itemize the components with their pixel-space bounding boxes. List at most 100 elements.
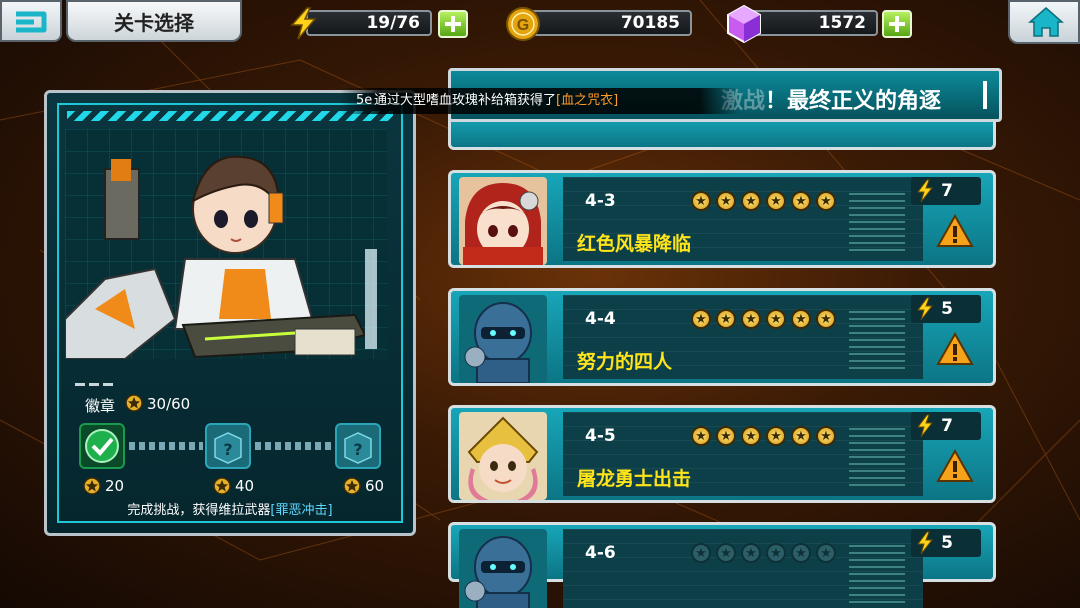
enemy-portrait-icon xyxy=(459,295,547,383)
star-empty-icon: ★ xyxy=(716,543,736,563)
star-earned-icon: ★ xyxy=(691,191,711,211)
star-rating: ★ ★ ★ ★ ★ ★ xyxy=(691,543,836,563)
notice-text: 通过大型嗜血玫瑰补给箱获得了 xyxy=(374,93,557,108)
level-name: 红色风暴降临 xyxy=(577,233,692,255)
level-card-4-4[interactable]: 4-4 ★ ★ ★ ★ ★ ★ 努力的四人 5 xyxy=(448,288,996,386)
star-earned-icon: ★ xyxy=(741,309,761,329)
notice-item: [血之咒衣] xyxy=(556,93,619,108)
level-code: 4-5 xyxy=(585,426,616,446)
star-earned-icon: ★ xyxy=(816,426,836,446)
chapter-title-text: ！最终正义的角逐 xyxy=(765,89,942,114)
milestone-60: 60 xyxy=(365,477,385,495)
star-empty-icon: ★ xyxy=(791,543,811,563)
mystery-box-icon: ? xyxy=(344,432,372,464)
plus-icon xyxy=(445,16,461,32)
badge-label: 徽章 xyxy=(85,397,116,415)
lightning-icon xyxy=(917,179,934,203)
level-name: 屠龙勇士出击 xyxy=(577,468,692,490)
mystery-box-icon: ? xyxy=(214,432,242,464)
level-portrait xyxy=(459,295,547,383)
level-card-4-3[interactable]: 4-3 ★ ★ ★ ★ ★ ★ 红色风暴降临 7 xyxy=(448,170,996,268)
back-button[interactable] xyxy=(0,0,62,42)
warning-icon xyxy=(936,448,974,482)
reward-slot-locked[interactable]: ? xyxy=(205,423,251,469)
energy-value: 19/76 xyxy=(306,10,432,36)
lightning-icon xyxy=(917,531,934,555)
chain-link xyxy=(129,442,203,450)
reward-slot-claimed[interactable] xyxy=(79,423,125,469)
checkmark-icon xyxy=(85,429,119,463)
reward-slot-locked[interactable]: ? xyxy=(335,423,381,469)
star-earned-icon: ★ xyxy=(791,309,811,329)
add-gems-button[interactable] xyxy=(882,10,912,38)
notice-prefix: 5e xyxy=(356,93,373,108)
star-rating: ★ ★ ★ ★ ★ ★ xyxy=(691,426,836,446)
energy-cost: 5 xyxy=(941,533,953,553)
star-empty-icon: ★ xyxy=(816,543,836,563)
star-earned-icon: ★ xyxy=(716,191,736,211)
level-card-4-5[interactable]: 4-5 ★ ★ ★ ★ ★ ★ 屠龙勇士出击 7 xyxy=(448,405,996,503)
plus-icon xyxy=(889,16,905,32)
lightning-icon xyxy=(917,414,934,438)
reward-description: 完成挑战，获得维拉武器[罪恶冲击] xyxy=(67,499,393,518)
enemy-portrait-icon xyxy=(459,529,547,608)
level-code: 4-3 xyxy=(585,191,616,211)
star-rating: ★ ★ ★ ★ ★ ★ xyxy=(691,191,836,211)
level-portrait xyxy=(459,412,547,500)
star-earned-icon: ★ xyxy=(691,426,711,446)
info-deco-lines xyxy=(849,428,905,488)
star-earned-icon: ★ xyxy=(816,309,836,329)
star-earned-icon: ★ xyxy=(766,426,786,446)
milestone-40: 40 xyxy=(235,477,255,495)
star-icon xyxy=(83,477,101,495)
character-portrait xyxy=(65,129,387,359)
back-arrow-icon xyxy=(16,11,47,33)
milestone-20: 20 xyxy=(105,477,125,495)
add-energy-button[interactable] xyxy=(438,10,468,38)
enemy-portrait-icon xyxy=(459,177,547,265)
star-earned-icon: ★ xyxy=(766,309,786,329)
home-icon xyxy=(1028,7,1064,37)
energy-cost: 7 xyxy=(941,181,953,201)
svg-text:?: ? xyxy=(223,440,232,459)
warning-icon xyxy=(936,213,974,247)
star-earned-icon: ★ xyxy=(791,426,811,446)
lightning-icon xyxy=(917,297,934,321)
energy-resource: 19/76 xyxy=(286,6,472,40)
broadcast-notice: 5e 通过大型嗜血玫瑰补给箱获得了[血之咒衣] xyxy=(340,88,740,114)
gem-resource: 1572 xyxy=(724,4,914,44)
enemy-portrait-icon xyxy=(459,412,547,500)
level-portrait xyxy=(459,529,547,608)
star-earned-icon: ★ xyxy=(791,191,811,211)
badge-count: 30/60 xyxy=(147,395,191,413)
info-deco-lines xyxy=(849,311,905,371)
info-deco-lines xyxy=(849,545,905,605)
level-card-4-6[interactable]: 4-6 ★ ★ ★ ★ ★ ★ 5 xyxy=(448,522,996,608)
star-earned-icon: ★ xyxy=(741,426,761,446)
page-title: 关卡选择 xyxy=(66,0,242,42)
gold-coin-icon: G xyxy=(506,7,540,41)
top-bar: 关卡选择 19/76 G 70185 1572 xyxy=(0,0,1080,44)
header-accent xyxy=(983,81,987,109)
svg-text:G: G xyxy=(517,17,529,34)
star-earned-icon: ★ xyxy=(691,309,711,329)
chapter-reward-panel: 徽章 30/60 ? ? 20 40 60 完成挑战，获得维拉武器[罪恶冲击] xyxy=(44,90,416,536)
star-icon xyxy=(343,477,361,495)
star-earned-icon: ★ xyxy=(716,309,736,329)
warning-icon xyxy=(936,331,974,365)
reward-prefix: 完成挑战，获得维拉武器 xyxy=(127,503,271,518)
gold-resource: G 70185 xyxy=(504,6,694,41)
star-empty-icon: ★ xyxy=(741,543,761,563)
home-button[interactable] xyxy=(1008,0,1080,44)
star-empty-icon: ★ xyxy=(766,543,786,563)
character-illustration xyxy=(65,155,377,359)
star-empty-icon: ★ xyxy=(691,543,711,563)
level-code: 4-4 xyxy=(585,309,616,329)
star-rating: ★ ★ ★ ★ ★ ★ xyxy=(691,309,836,329)
energy-cost: 5 xyxy=(941,299,953,319)
lightning-icon xyxy=(290,7,317,40)
star-earned-icon: ★ xyxy=(716,426,736,446)
star-earned-icon: ★ xyxy=(816,191,836,211)
star-icon xyxy=(213,477,231,495)
reward-weapon: [罪恶冲击] xyxy=(270,503,333,518)
